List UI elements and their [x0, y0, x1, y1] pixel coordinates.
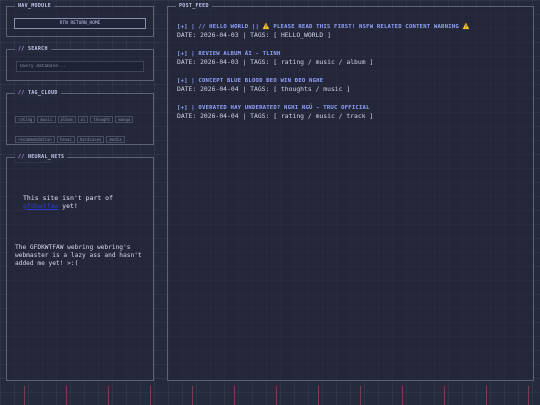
- post-tag-link[interactable]: HELLO_WORLD: [281, 31, 323, 39]
- footer-line: [318, 386, 319, 405]
- tag-item[interactable]: thought: [90, 116, 114, 123]
- footer-line: [234, 386, 235, 405]
- post-title-link[interactable]: [+] | // HELLO WORLD || ⚠️ PLEASE READ T…: [177, 24, 470, 31]
- tag-item[interactable]: album: [57, 116, 76, 123]
- webring-message: The GFDKWTFAW webring webring's webmaste…: [15, 244, 142, 268]
- tag-cloud-title: // TAG_CLOUD: [15, 89, 61, 97]
- nav-module-title: NAV_MODULE: [15, 2, 55, 10]
- tag-item[interactable]: ai: [77, 116, 89, 123]
- post-tag-link[interactable]: rating / music / album: [281, 58, 366, 66]
- post-meta: DATE: 2026-04-03 | TAGS: [ rating / musi…: [177, 58, 374, 66]
- post-title-link[interactable]: [+] | OVERATED HAY UNDERATED? NGHI NGỦ -…: [177, 105, 373, 112]
- post-item: [+] | CONCEPT BLUE BLOOD ĐEO WIN ĐEO NGH…: [177, 78, 350, 93]
- post-feed-title: POST_FEED: [176, 2, 212, 10]
- footer-decoration: [0, 386, 540, 405]
- nav-module-panel: NAV_MODULE RTN RETURN_HOME: [6, 2, 154, 37]
- tag-item[interactable]: recommendation: [15, 136, 55, 143]
- tag-item[interactable]: rating: [15, 116, 36, 123]
- footer-line: [360, 386, 361, 405]
- post-meta: DATE: 2026-04-03 | TAGS: [ HELLO_WORLD ]: [177, 31, 331, 39]
- footer-line: [24, 386, 25, 405]
- post-feed-panel: POST_FEED [+] | // HELLO WORLD || ⚠️ PLE…: [167, 2, 534, 381]
- webring-link[interactable]: gfdkwtfaw: [23, 202, 58, 210]
- post-item: [+] | OVERATED HAY UNDERATED? NGHI NGỦ -…: [177, 105, 373, 120]
- tag-item[interactable]: manga: [115, 116, 134, 123]
- tag-item[interactable]: hardcases: [76, 136, 105, 143]
- tag-item[interactable]: music: [37, 116, 56, 123]
- webring-widget: This site isn't part of gfdkwtfaw yet!: [23, 194, 143, 210]
- post-tag-link[interactable]: rating / music / track: [281, 112, 366, 120]
- footer-line: [486, 386, 487, 405]
- post-tag-link[interactable]: thoughts / music: [281, 85, 343, 93]
- post-item: [+] | // HELLO WORLD || ⚠️ PLEASE READ T…: [177, 24, 470, 39]
- tag-item[interactable]: tenac: [56, 136, 75, 143]
- post-meta: DATE: 2026-04-04 | TAGS: [ rating / musi…: [177, 112, 374, 120]
- tag-item[interactable]: media: [106, 136, 125, 143]
- post-title-link[interactable]: [+] | CONCEPT BLUE BLOOD ĐEO WIN ĐEO NGH…: [177, 78, 350, 85]
- search-title: // SEARCH: [15, 45, 51, 53]
- footer-line: [108, 386, 109, 405]
- post-meta: DATE: 2026-04-04 | TAGS: [ thoughts / mu…: [177, 85, 351, 93]
- footer-line: [528, 386, 529, 405]
- post-title-link[interactable]: [+] | REVIEW ALBUM ÁI - TLINH: [177, 51, 373, 58]
- neural-nets-panel: // NEURAL_NETS This site isn't part of g…: [6, 153, 154, 381]
- search-panel: // SEARCH: [6, 45, 154, 81]
- footer-line: [444, 386, 445, 405]
- footer-line: [402, 386, 403, 405]
- neural-nets-title: // NEURAL_NETS: [15, 153, 68, 161]
- footer-line: [66, 386, 67, 405]
- footer-line: [192, 386, 193, 405]
- webring-line2: yet!: [62, 201, 78, 210]
- post-item: [+] | REVIEW ALBUM ÁI - TLINH DATE: 2026…: [177, 51, 373, 66]
- return-home-button[interactable]: RTN RETURN_HOME: [14, 18, 146, 29]
- tag-cloud-panel: // TAG_CLOUD rating music album ai thought ma…: [6, 89, 154, 163]
- footer-line: [150, 386, 151, 405]
- search-input[interactable]: [16, 61, 144, 72]
- footer-line: [276, 386, 277, 405]
